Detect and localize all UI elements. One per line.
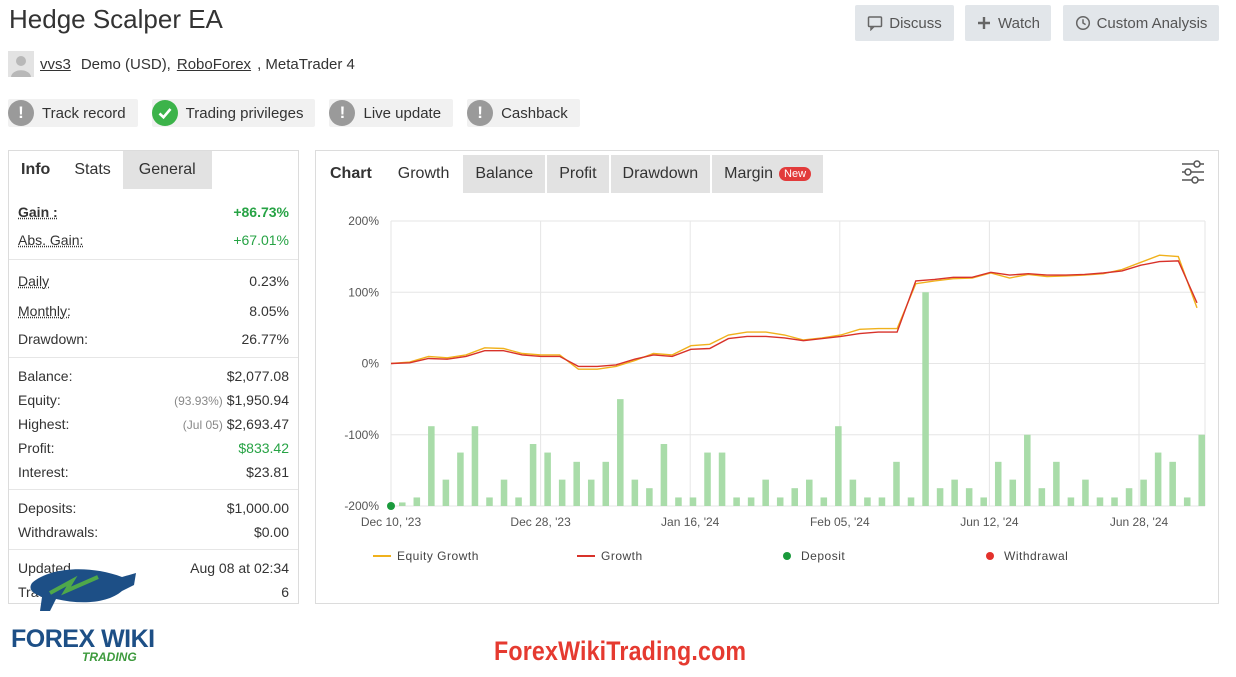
growth-bar [893,461,900,506]
growth-bar [1053,461,1060,506]
growth-bar [907,497,915,506]
legend-line-icon [373,555,391,557]
growth-bar [864,497,871,506]
forex-wiki-logo: FOREX WIKI TRADING [10,563,170,671]
legend-dot-icon [986,552,994,560]
legend-line-icon [577,555,595,557]
watermark-site: ForexWikiTrading.com [494,636,747,666]
growth-bar [1111,497,1118,506]
growth-bar [617,399,624,506]
growth-bar [413,497,421,506]
legend-label: Growth [601,549,643,563]
y-tick-label: 200% [348,214,379,228]
growth-bar [733,497,740,506]
bull-logo-icon [30,569,136,611]
growth-bar [1140,479,1147,506]
x-tick-label: Feb 05, '24 [810,515,870,529]
growth-bar [399,502,406,506]
legend-label: Withdrawal [1004,549,1069,563]
legend-equity-growth[interactable]: Equity Growth [373,549,479,563]
legend-withdrawal[interactable]: Withdrawal [986,549,1068,563]
legend-dot-icon [783,552,791,560]
y-tick-label: 0% [362,357,380,371]
growth-bar [791,488,799,506]
chart-lines [387,254,1198,510]
x-tick-label: Dec 28, '23 [510,515,571,529]
chart-grid [390,220,1206,507]
growth-bar [762,479,769,506]
growth-bar [1067,497,1075,506]
growth-bar [994,461,1002,506]
growth-bar [500,479,508,506]
legend-label: Equity Growth [397,549,479,563]
growth-bar [471,426,479,506]
growth-bar [573,461,580,506]
y-axis-labels: 200% 100% 0% -100% -200% [344,214,379,513]
growth-bar [1198,434,1206,506]
growth-bar [646,488,653,506]
y-tick-label: 100% [348,285,379,299]
growth-bar [587,479,595,506]
growth-bar [1096,497,1104,506]
growth-bar [1154,452,1162,506]
legend-label: Deposit [801,549,846,563]
growth-bar [951,479,958,506]
growth-bar [515,497,522,506]
growth-bar [806,479,813,506]
growth-chart: 200% 100% 0% -100% -200% Dec 10, '23 Dec 28, … [344,214,1206,529]
growth-bar [602,461,610,506]
x-tick-label: Jun 28, '24 [1110,515,1169,529]
growth-bar [1038,488,1046,506]
growth-bar [980,497,987,506]
growth-bar [922,292,929,506]
growth-bar [689,497,697,506]
growth-bar [1169,461,1176,506]
growth-bar [704,452,711,506]
growth-bar [1082,479,1089,506]
growth-bar [1024,434,1031,506]
x-tick-label: Dec 10, '23 [361,515,422,529]
logo-sub-text: TRADING [82,650,137,664]
x-tick-label: Jun 12, '24 [960,515,1019,529]
growth-bar [544,452,551,506]
x-tick-label: Jan 16, '24 [661,515,720,529]
growth-bar [428,426,435,506]
growth-bar [965,488,973,506]
deposit-marker [387,502,395,510]
growth-bar [747,497,755,506]
growth-bar [718,452,726,506]
growth-bar [457,452,464,506]
legend-growth[interactable]: Growth [577,549,643,563]
growth-bar [849,479,857,506]
growth-bar [1183,497,1191,506]
legend-deposit[interactable]: Deposit [783,549,845,563]
growth-bar [1009,479,1017,506]
growth-bar [486,497,493,506]
growth-bar [878,497,886,506]
chart-bars [399,292,1206,506]
x-axis-labels: Dec 10, '23 Dec 28, '23 Jan 16, '24 Feb 05,… [361,515,1169,529]
growth-bar [776,497,784,506]
growth-bar [558,479,566,506]
growth-bar [529,444,537,506]
growth-bar [442,479,450,506]
growth-bar [660,444,668,506]
growth-bar [936,488,944,506]
growth-bar [1125,488,1133,506]
growth-bar [631,479,639,506]
y-tick-label: -100% [344,428,379,442]
growth-bar [820,497,828,506]
growth-bar [675,497,682,506]
y-tick-label: -200% [344,499,379,513]
growth-bar [835,426,842,506]
